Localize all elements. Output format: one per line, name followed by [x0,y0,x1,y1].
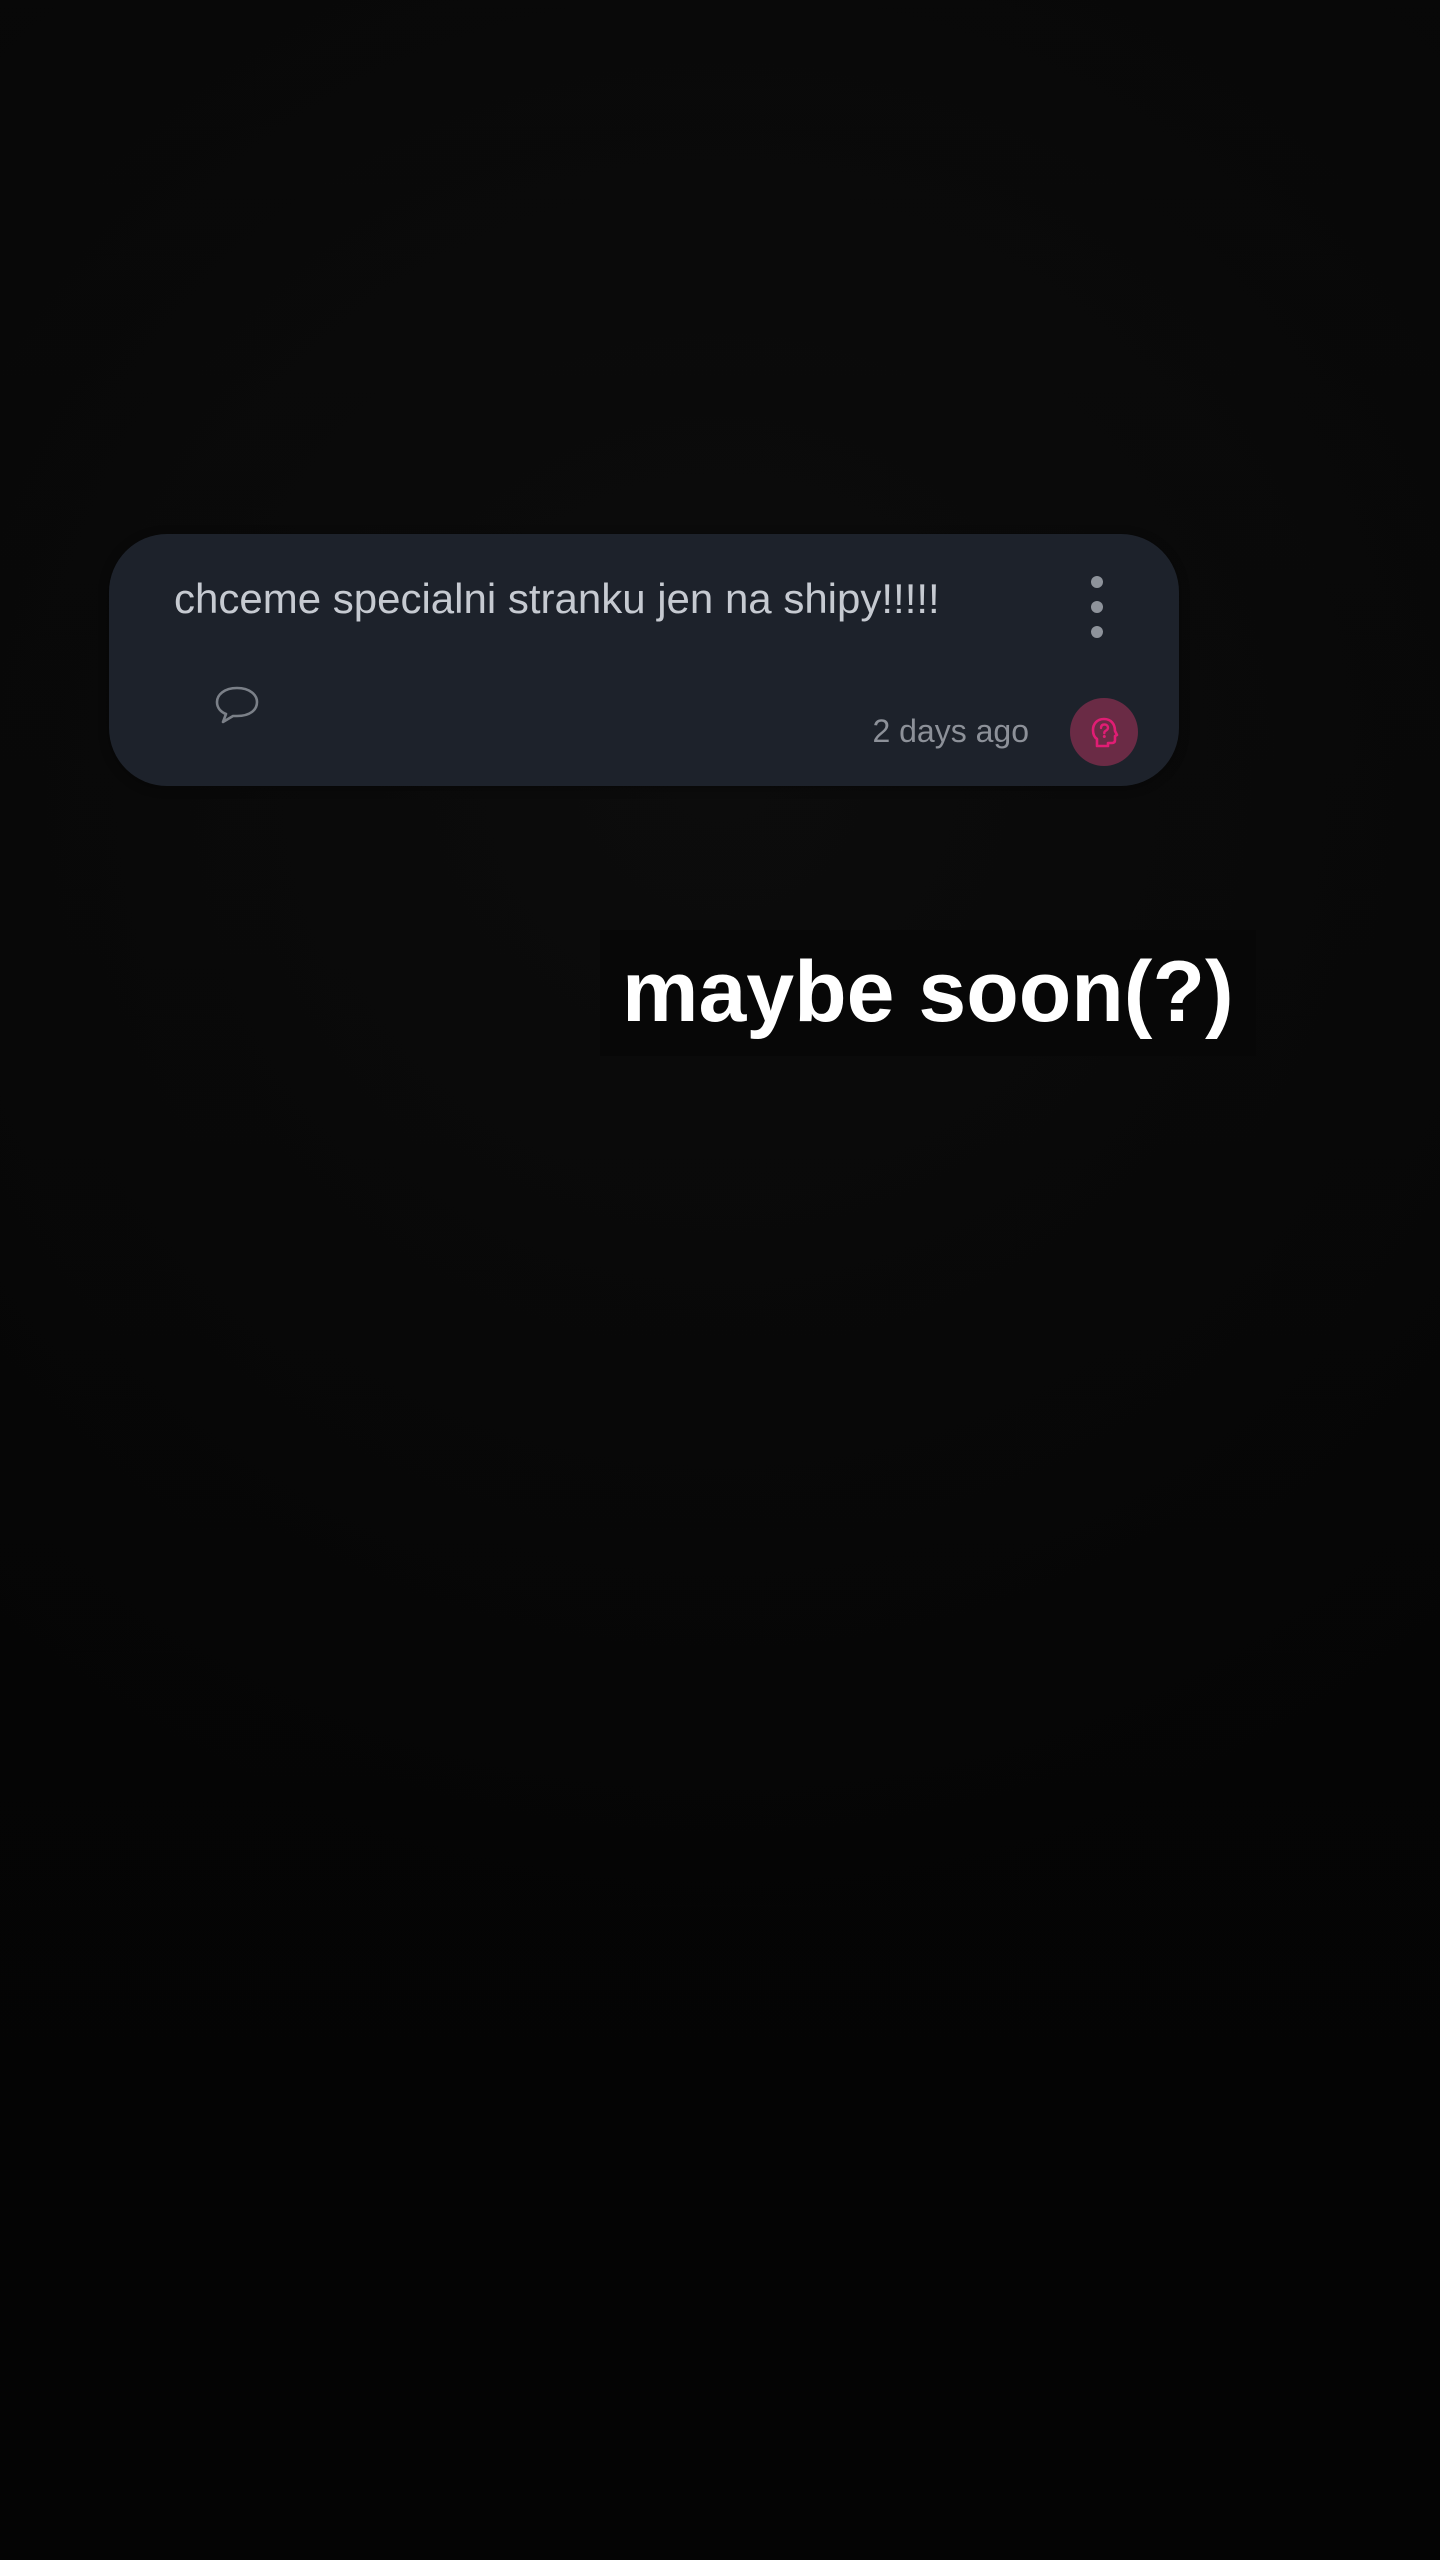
more-vertical-icon-dot-bottom [1091,626,1103,638]
timestamp: 2 days ago [872,713,1029,749]
message-text: chceme specialni stranku jen na shipy!!!… [174,575,940,622]
caption-overlay: maybe soon(?) [600,930,1256,1056]
more-options-button[interactable] [1077,572,1117,642]
question-head-icon [1091,717,1119,748]
avatar[interactable] [1070,698,1138,766]
more-vertical-icon-dot-top [1091,576,1103,588]
message-card: chceme specialni stranku jen na shipy!!!… [109,534,1179,786]
speech-bubble-icon [215,686,259,724]
more-vertical-icon-dot-middle [1091,601,1103,613]
comment-button[interactable] [212,684,262,728]
